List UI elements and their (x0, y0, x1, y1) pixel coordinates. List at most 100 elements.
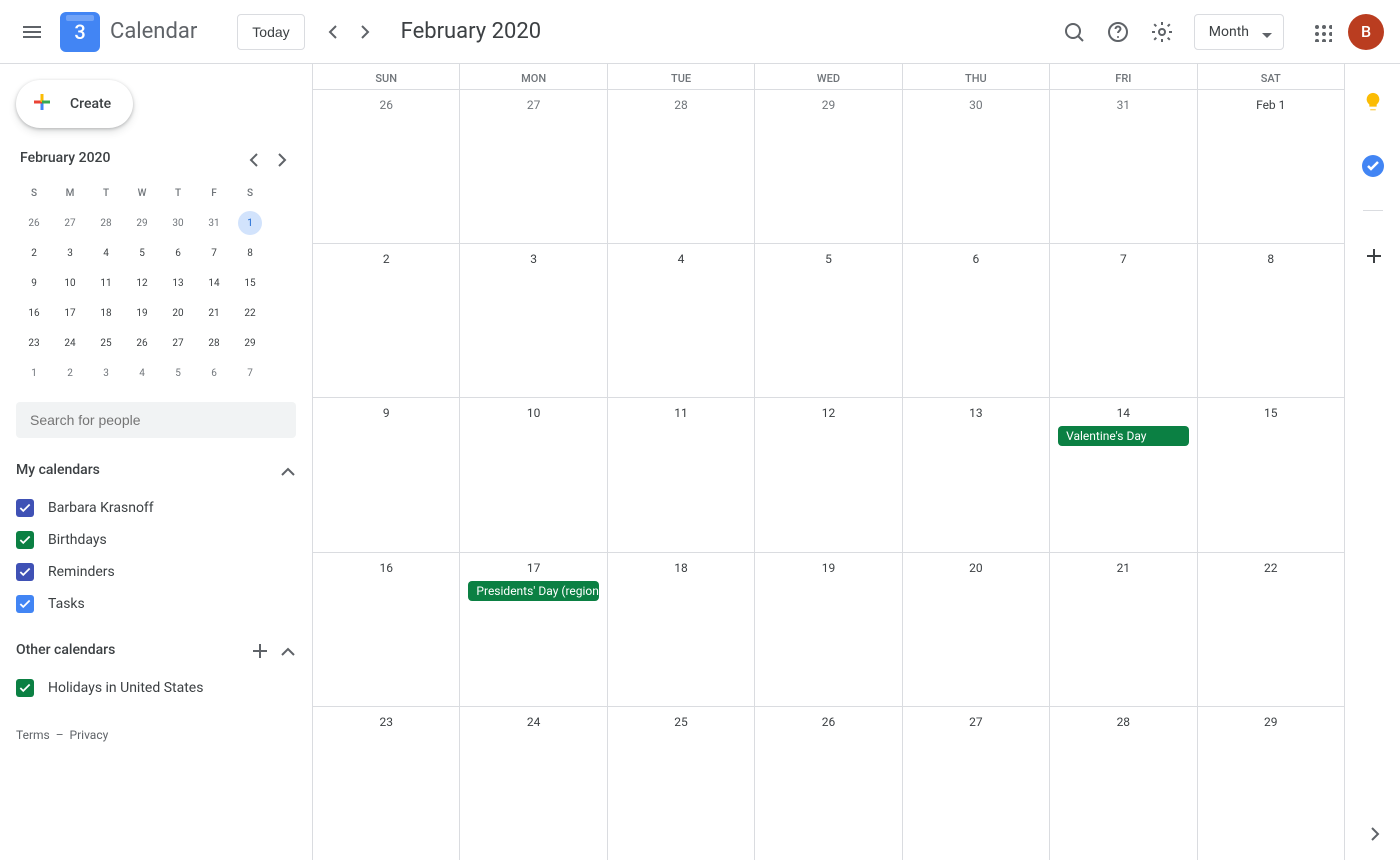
calendar-item[interactable]: Reminders (16, 556, 296, 588)
minical-day[interactable]: 29 (232, 328, 268, 358)
minical-day[interactable]: 15 (232, 268, 268, 298)
minical-day[interactable]: 8 (232, 238, 268, 268)
minical-day[interactable]: 18 (88, 298, 124, 328)
day-cell[interactable]: 29 (1198, 707, 1344, 860)
minical-day[interactable]: 17 (52, 298, 88, 328)
day-cell[interactable]: 23 (313, 707, 460, 860)
minical-day[interactable]: 28 (196, 328, 232, 358)
minical-day[interactable]: 13 (160, 268, 196, 298)
minical-day[interactable]: 1 (232, 208, 268, 238)
day-cell[interactable]: 27 (903, 707, 1050, 860)
calendar-item[interactable]: Birthdays (16, 524, 296, 556)
minical-day[interactable]: 7 (196, 238, 232, 268)
minical-day[interactable]: 22 (232, 298, 268, 328)
hide-side-panel-button[interactable] (1353, 812, 1393, 852)
day-cell[interactable]: 21 (1050, 553, 1197, 706)
google-apps-button[interactable] (1302, 12, 1342, 52)
minical-day[interactable]: 31 (196, 208, 232, 238)
today-button[interactable]: Today (237, 14, 304, 50)
prev-period-button[interactable] (317, 16, 349, 48)
day-cell[interactable]: 28 (608, 90, 755, 243)
minical-day[interactable]: 28 (88, 208, 124, 238)
minical-day[interactable]: 6 (196, 358, 232, 388)
privacy-link[interactable]: Privacy (70, 728, 109, 742)
day-cell[interactable]: 30 (903, 90, 1050, 243)
day-cell[interactable]: 18 (608, 553, 755, 706)
search-button[interactable] (1054, 12, 1094, 52)
day-cell[interactable]: 13 (903, 398, 1050, 551)
other-calendars-header[interactable]: Other calendars (16, 632, 296, 668)
day-cell[interactable]: 6 (903, 244, 1050, 397)
minical-day[interactable]: 3 (52, 238, 88, 268)
minical-day[interactable]: 26 (124, 328, 160, 358)
day-cell[interactable]: 26 (313, 90, 460, 243)
day-cell[interactable]: 11 (608, 398, 755, 551)
calendar-checkbox[interactable] (16, 499, 34, 517)
terms-link[interactable]: Terms (16, 728, 50, 742)
calendar-checkbox[interactable] (16, 531, 34, 549)
day-cell[interactable]: 9 (313, 398, 460, 551)
minical-day[interactable]: 4 (124, 358, 160, 388)
day-cell[interactable]: 17Presidents' Day (regional holiday) (460, 553, 607, 706)
minical-day[interactable]: 9 (16, 268, 52, 298)
day-cell[interactable]: 16 (313, 553, 460, 706)
calendar-item[interactable]: Tasks (16, 588, 296, 620)
minical-day[interactable]: 16 (16, 298, 52, 328)
minical-day[interactable]: 6 (160, 238, 196, 268)
account-avatar[interactable]: B (1348, 14, 1384, 50)
minical-prev-button[interactable] (240, 146, 264, 170)
minical-day[interactable]: 29 (124, 208, 160, 238)
minical-day[interactable]: 12 (124, 268, 160, 298)
minical-day[interactable]: 5 (160, 358, 196, 388)
day-cell[interactable]: 25 (608, 707, 755, 860)
minical-day[interactable]: 1 (16, 358, 52, 388)
calendar-checkbox[interactable] (16, 563, 34, 581)
day-cell[interactable]: 29 (755, 90, 902, 243)
minical-day[interactable]: 7 (232, 358, 268, 388)
day-cell[interactable]: 20 (903, 553, 1050, 706)
calendar-checkbox[interactable] (16, 679, 34, 697)
minical-day[interactable]: 10 (52, 268, 88, 298)
my-calendars-header[interactable]: My calendars (16, 452, 296, 488)
tasks-addon-button[interactable] (1353, 146, 1393, 186)
minical-day[interactable]: 2 (16, 238, 52, 268)
minical-day[interactable]: 19 (124, 298, 160, 328)
minical-day[interactable]: 30 (160, 208, 196, 238)
minical-day[interactable]: 20 (160, 298, 196, 328)
keep-addon-button[interactable] (1353, 82, 1393, 122)
app-logo[interactable]: 3 Calendar (60, 12, 197, 52)
settings-button[interactable] (1142, 12, 1182, 52)
day-cell[interactable]: 31 (1050, 90, 1197, 243)
day-cell[interactable]: 5 (755, 244, 902, 397)
event-chip[interactable]: Valentine's Day (1058, 426, 1188, 446)
get-addons-button[interactable] (1353, 235, 1393, 275)
day-cell[interactable]: 28 (1050, 707, 1197, 860)
day-cell[interactable]: 14Valentine's Day (1050, 398, 1197, 551)
minical-day[interactable]: 14 (196, 268, 232, 298)
day-cell[interactable]: 22 (1198, 553, 1344, 706)
main-menu-button[interactable] (8, 8, 56, 56)
add-calendar-button[interactable] (248, 639, 270, 661)
minical-day[interactable]: 25 (88, 328, 124, 358)
create-button[interactable]: Create (16, 80, 133, 128)
day-cell[interactable]: 10 (460, 398, 607, 551)
day-cell[interactable]: 7 (1050, 244, 1197, 397)
calendar-item[interactable]: Holidays in United States (16, 672, 296, 704)
minical-day[interactable]: 27 (160, 328, 196, 358)
minical-day[interactable]: 21 (196, 298, 232, 328)
minical-next-button[interactable] (268, 146, 292, 170)
day-cell[interactable]: 19 (755, 553, 902, 706)
calendar-checkbox[interactable] (16, 595, 34, 613)
minical-day[interactable]: 2 (52, 358, 88, 388)
event-chip[interactable]: Presidents' Day (regional holiday) (468, 581, 598, 601)
search-people-input[interactable] (16, 402, 296, 438)
day-cell[interactable]: 24 (460, 707, 607, 860)
day-cell[interactable]: 8 (1198, 244, 1344, 397)
view-switcher[interactable]: Month (1194, 14, 1284, 50)
day-cell[interactable]: 4 (608, 244, 755, 397)
minical-day[interactable]: 3 (88, 358, 124, 388)
day-cell[interactable]: 15 (1198, 398, 1344, 551)
day-cell[interactable]: 2 (313, 244, 460, 397)
day-cell[interactable]: 27 (460, 90, 607, 243)
day-cell[interactable]: 26 (755, 707, 902, 860)
